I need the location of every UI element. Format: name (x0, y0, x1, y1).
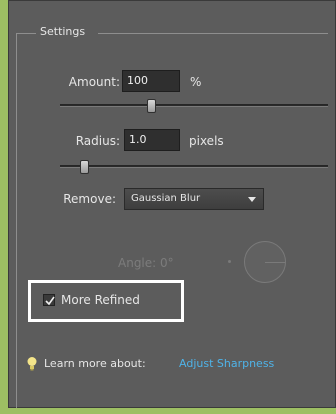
radius-slider-thumb[interactable] (80, 160, 90, 174)
chevron-down-icon (248, 197, 256, 202)
angle-dial[interactable] (244, 241, 286, 283)
radius-input[interactable]: 1.0 (124, 129, 180, 151)
more-refined-label[interactable]: More Refined (61, 293, 140, 307)
adjust-sharpness-link[interactable]: Adjust Sharpness (179, 357, 274, 370)
angle-label-text: Angle: (118, 256, 157, 270)
fieldset-border (98, 33, 328, 34)
radius-slider-track[interactable] (60, 165, 328, 168)
angle-label: Angle: 0° (118, 256, 174, 270)
check-icon (45, 296, 55, 306)
amount-label: Amount: (68, 75, 120, 89)
remove-select-value: Gaussian Blur (131, 193, 201, 204)
amount-unit: % (190, 75, 202, 89)
amount-slider-thumb[interactable] (147, 99, 157, 113)
highlight-frame: More Refined (28, 280, 184, 322)
angle-value: 0 (160, 256, 168, 270)
learn-more-text: Learn more about: (44, 357, 146, 370)
remove-select[interactable]: Gaussian Blur (124, 188, 264, 210)
fieldset-border (16, 33, 36, 34)
lightbulb-icon (27, 357, 37, 371)
degree-symbol: ° (167, 256, 174, 270)
more-refined-checkbox[interactable] (43, 294, 55, 306)
angle-dial-needle (265, 262, 285, 263)
more-refined-row: More Refined (31, 283, 181, 319)
settings-legend: Settings (40, 25, 86, 38)
angle-indicator-dot (228, 260, 231, 263)
amount-input[interactable]: 100 (122, 70, 180, 92)
amount-slider-track[interactable] (60, 104, 328, 107)
fieldset-border (16, 33, 17, 408)
radius-label: Radius: (75, 134, 120, 148)
remove-label: Remove: (63, 192, 116, 206)
radius-unit: pixels (189, 134, 224, 148)
